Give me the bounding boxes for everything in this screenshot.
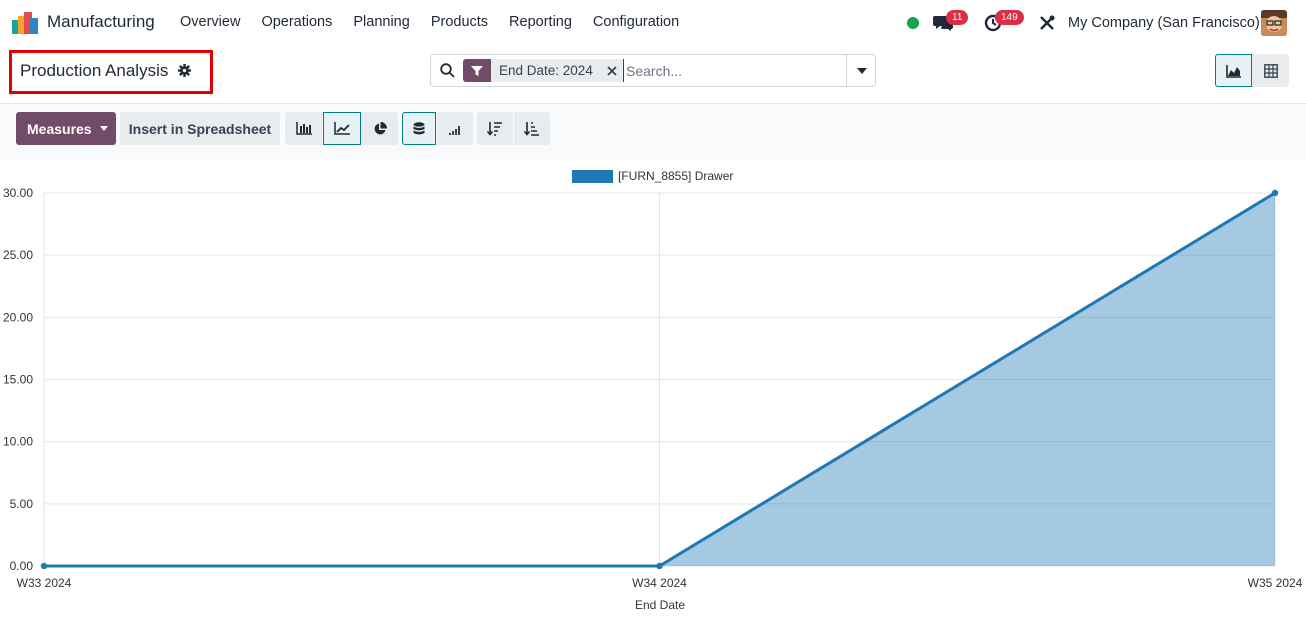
y-tick-label: 25.00 — [3, 248, 33, 262]
measures-button[interactable]: Measures — [16, 112, 116, 145]
menu-item-planning[interactable]: Planning — [353, 14, 409, 30]
online-status-icon — [907, 17, 919, 29]
stacked-button[interactable] — [402, 112, 436, 145]
database-icon — [413, 121, 425, 134]
view-switcher — [1215, 54, 1289, 87]
y-tick-label: 20.00 — [3, 310, 33, 324]
menu-item-overview[interactable]: Overview — [180, 14, 240, 30]
data-point[interactable] — [656, 562, 663, 570]
search-options-toggle[interactable] — [846, 54, 876, 87]
legend-label[interactable]: [FURN_8855] Drawer — [618, 169, 733, 183]
line-chart-icon — [334, 122, 350, 135]
chevron-down-icon — [856, 67, 867, 74]
line-chart-button[interactable] — [323, 112, 361, 145]
menu-item-reporting[interactable]: Reporting — [509, 14, 572, 30]
signal-bars-icon — [449, 125, 460, 135]
sort-ascending-button[interactable] — [514, 112, 550, 145]
filter-facet-value: End Date: 2024 — [499, 63, 593, 78]
y-tick-label: 10.00 — [3, 435, 33, 449]
pie-chart-icon — [374, 121, 387, 134]
page-title: Production Analysis — [20, 61, 169, 80]
chat-badge: 11 — [946, 10, 969, 25]
x-axis-title: End Date — [635, 598, 685, 612]
activity-badge: 149 — [995, 10, 1024, 25]
main-menu: Overview Operations Planning Products Re… — [180, 14, 700, 30]
legend-swatch[interactable] — [572, 170, 613, 183]
y-tick-label: 0.00 — [10, 559, 34, 573]
x-tick-label: W33 2024 — [17, 576, 72, 590]
table-icon — [1263, 63, 1278, 78]
user-avatar-icon — [1261, 10, 1287, 36]
manufacturing-app-icon[interactable] — [12, 12, 38, 34]
gear-icon[interactable] — [178, 64, 191, 77]
graph-view-button[interactable] — [1215, 54, 1252, 87]
data-point[interactable] — [40, 562, 48, 570]
company-switcher[interactable]: My Company (San Francisco) — [1068, 15, 1260, 31]
search-icon[interactable] — [440, 63, 455, 78]
caret-down-icon — [99, 126, 108, 131]
y-tick-label: 15.00 — [3, 373, 33, 387]
y-tick-label: 5.00 — [10, 497, 34, 511]
x-tick-label: W35 2024 — [1248, 576, 1303, 590]
x-tick-label: W34 2024 — [632, 576, 687, 590]
sort-descending-icon — [487, 121, 502, 136]
measures-label: Measures — [27, 120, 92, 137]
filter-facet: End Date: 2024 — [463, 59, 623, 82]
bar-chart-icon — [295, 122, 312, 135]
pivot-view-button[interactable] — [1252, 54, 1289, 87]
debug-tools-icon[interactable] — [1038, 14, 1056, 32]
production-chart: 0.00 5.00 10.00 15.00 20.00 25.00 30.00 W33 20… — [0, 160, 1306, 617]
bar-chart-button[interactable] — [285, 112, 322, 145]
pie-chart-button[interactable] — [362, 112, 398, 145]
user-avatar[interactable] — [1261, 10, 1287, 36]
area-chart-icon — [1225, 64, 1241, 78]
insert-spreadsheet-button[interactable]: Insert in Spreadsheet — [120, 112, 280, 145]
sort-descending-button[interactable] — [477, 112, 513, 145]
app-name[interactable]: Manufacturing — [47, 12, 155, 32]
filter-icon — [463, 59, 491, 82]
chart-svg: 0.00 5.00 10.00 15.00 20.00 25.00 30.00 W33 20… — [3, 169, 1303, 612]
menu-item-configuration[interactable]: Configuration — [593, 14, 679, 30]
menu-item-products[interactable]: Products — [431, 14, 488, 30]
cumulative-button[interactable] — [437, 112, 473, 145]
insert-spreadsheet-label: Insert in Spreadsheet — [128, 120, 272, 137]
menu-item-operations[interactable]: Operations — [261, 14, 332, 30]
close-icon[interactable] — [601, 59, 623, 82]
y-tick-label: 30.00 — [3, 186, 33, 200]
search-input[interactable] — [623, 59, 843, 82]
data-point[interactable] — [1271, 189, 1279, 197]
sort-ascending-icon — [524, 121, 539, 136]
